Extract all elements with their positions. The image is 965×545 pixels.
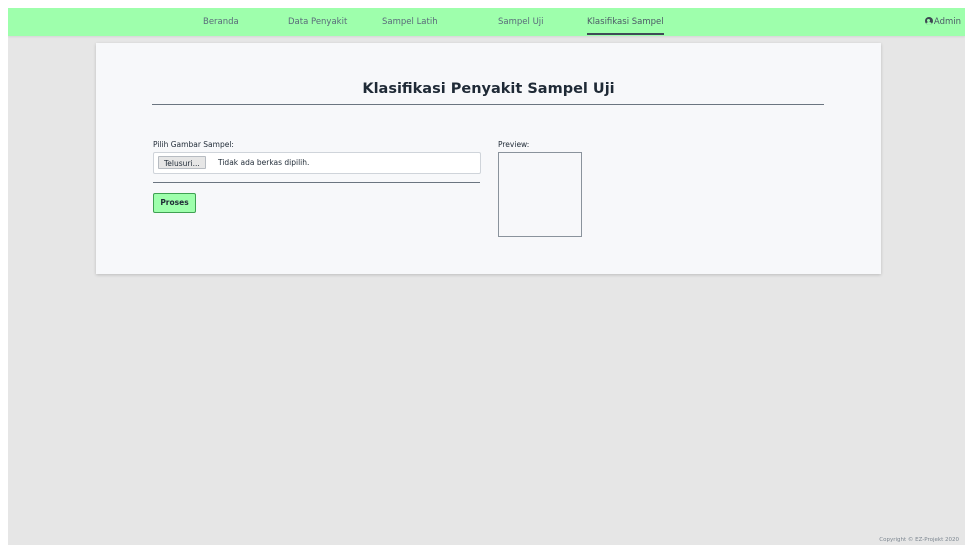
nav-item-klasifikasi-sampel[interactable]: Klasifikasi Sampel xyxy=(587,8,664,36)
classification-card: Klasifikasi Penyakit Sampel Uji Pilih Ga… xyxy=(96,43,881,274)
browse-button[interactable]: Telusuri... xyxy=(158,156,206,169)
user-circle-icon xyxy=(924,17,933,25)
process-button[interactable]: Proses xyxy=(153,193,196,213)
nav-item-sampel-uji[interactable]: Sampel Uji xyxy=(498,8,544,36)
sample-image-file-input[interactable]: Telusuri... Tidak ada berkas dipilih. xyxy=(153,152,481,174)
app-viewport: Beranda Data Penyakit Sampel Latih Sampe… xyxy=(8,8,965,545)
footer-copyright: Copyright © EZ-Projekt 2020 xyxy=(879,537,959,543)
nav-item-beranda[interactable]: Beranda xyxy=(203,8,239,36)
file-field-label: Pilih Gambar Sampel: xyxy=(153,140,234,149)
top-navbar: Beranda Data Penyakit Sampel Latih Sampe… xyxy=(8,8,965,36)
preview-label: Preview: xyxy=(498,140,530,149)
nav-item-data-penyakit[interactable]: Data Penyakit xyxy=(288,8,347,36)
admin-menu[interactable]: Admin xyxy=(924,8,961,36)
page-title: Klasifikasi Penyakit Sampel Uji xyxy=(362,81,615,97)
nav-item-sampel-latih[interactable]: Sampel Latih xyxy=(382,8,438,36)
file-field-divider xyxy=(153,182,480,183)
title-divider xyxy=(152,104,824,105)
file-status-text: Tidak ada berkas dipilih. xyxy=(218,158,310,167)
preview-image-box xyxy=(498,152,582,237)
admin-label: Admin xyxy=(933,17,961,27)
